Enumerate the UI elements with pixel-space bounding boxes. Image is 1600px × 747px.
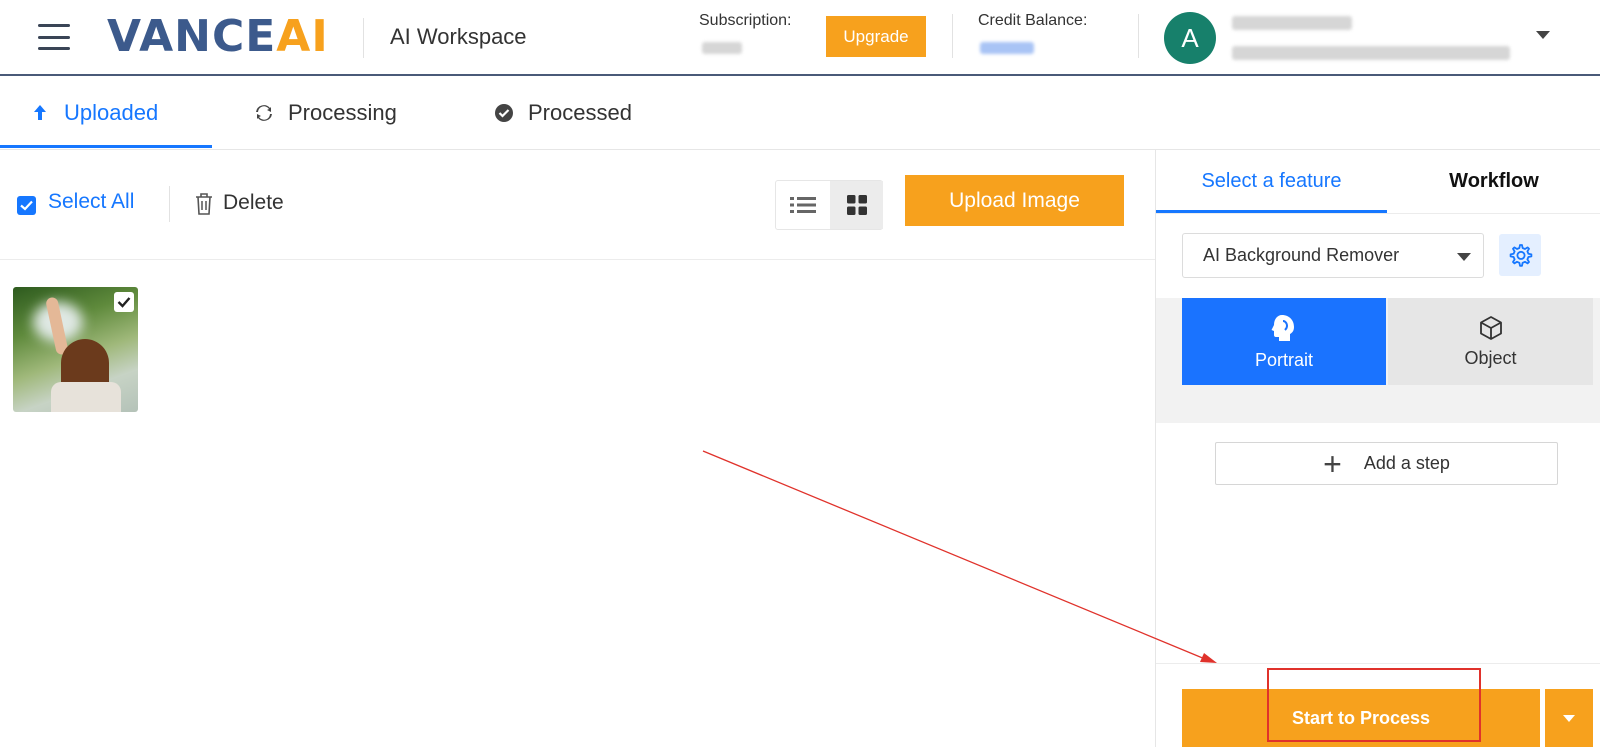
image-toolbar: Select All Delete Upload Image xyxy=(0,152,1155,260)
tab-workflow[interactable]: Workflow xyxy=(1387,150,1600,213)
tab-label: Uploaded xyxy=(64,100,159,125)
uploaded-image-thumbnail[interactable] xyxy=(13,287,138,412)
gear-icon xyxy=(1509,244,1533,267)
user-name-redacted xyxy=(1232,16,1352,30)
feature-settings-button[interactable] xyxy=(1499,234,1541,276)
menu-icon[interactable] xyxy=(38,24,70,50)
chevron-down-icon xyxy=(1457,253,1471,261)
account-dropdown-icon[interactable] xyxy=(1536,31,1550,39)
user-avatar[interactable]: A xyxy=(1164,12,1216,64)
header-divider xyxy=(363,18,364,58)
checkmark-icon xyxy=(20,200,33,211)
panel-footer-divider xyxy=(1156,663,1600,664)
cube-icon xyxy=(1479,316,1502,340)
object-label: Object xyxy=(1464,348,1517,368)
portrait-mode-button[interactable]: Portrait xyxy=(1182,298,1386,385)
tab-processed[interactable]: Processed xyxy=(494,78,632,148)
object-mode-button[interactable]: Object xyxy=(1388,298,1593,385)
view-mode-toggle xyxy=(775,180,883,230)
header-divider xyxy=(952,14,953,58)
credit-balance-label: Credit Balance: xyxy=(978,12,1088,29)
grid-view-button[interactable] xyxy=(830,181,883,229)
panel-tab-border xyxy=(1156,213,1600,214)
portrait-label: Portrait xyxy=(1254,350,1314,370)
upload-arrow-icon xyxy=(34,105,46,120)
workspace-page: VANCEAI AI Workspace Subscription: Upgra… xyxy=(0,0,1600,747)
start-to-process-button[interactable]: Start to Process xyxy=(1182,689,1540,747)
refresh-icon xyxy=(256,105,272,121)
vanceai-logo[interactable]: VANCEAI xyxy=(107,14,329,60)
subscription-value-redacted xyxy=(702,42,742,54)
add-step-label: Add a step xyxy=(1363,453,1450,473)
delete-button[interactable]: Delete xyxy=(223,191,284,215)
active-tab-indicator xyxy=(0,145,212,148)
tab-uploaded[interactable]: Uploaded xyxy=(30,78,158,148)
feature-select-value: AI Background Remover xyxy=(1203,245,1400,265)
plus-icon: + xyxy=(1323,445,1342,482)
feature-select[interactable]: AI Background Remover xyxy=(1182,233,1484,278)
trash-icon[interactable] xyxy=(194,192,214,216)
tab-select-feature[interactable]: Select a feature xyxy=(1156,150,1387,213)
checkmark-icon xyxy=(117,297,131,308)
list-view-button[interactable] xyxy=(776,181,829,229)
feature-panel: Select a feature Workflow AI Background … xyxy=(1155,150,1600,747)
list-icon xyxy=(789,197,816,213)
upgrade-button[interactable]: Upgrade xyxy=(826,16,926,57)
caret-down-icon xyxy=(1563,715,1575,722)
logo-text-vance: VANCE xyxy=(107,11,277,62)
mode-selector: Portrait Object xyxy=(1156,298,1600,423)
top-header: VANCEAI AI Workspace Subscription: Upgra… xyxy=(0,0,1600,76)
select-all-label[interactable]: Select All xyxy=(48,190,134,214)
logo-text-ai: AI xyxy=(276,11,329,62)
tab-label: Processed xyxy=(528,100,632,125)
header-divider xyxy=(1138,14,1139,58)
portrait-head-icon xyxy=(1271,315,1294,341)
thumbnail-checkbox[interactable] xyxy=(114,292,134,312)
check-circle-icon xyxy=(495,104,513,122)
user-email-redacted xyxy=(1232,46,1510,60)
status-tabs: Uploaded Processing Processed xyxy=(0,78,1600,150)
tab-label: Processing xyxy=(288,100,397,125)
select-all-checkbox[interactable] xyxy=(17,196,36,215)
panel-active-tab-indicator xyxy=(1156,210,1387,213)
add-step-button[interactable]: + Add a step xyxy=(1215,442,1558,485)
subscription-label: Subscription: xyxy=(699,12,792,29)
toolbar-divider xyxy=(169,186,170,222)
grid-icon xyxy=(846,195,867,215)
photo-shirt-detail xyxy=(51,382,121,412)
tab-processing[interactable]: Processing xyxy=(254,78,397,148)
start-options-dropdown[interactable] xyxy=(1545,689,1593,747)
credit-value-redacted xyxy=(980,42,1034,54)
upload-image-button[interactable]: Upload Image xyxy=(905,175,1124,226)
workspace-title: AI Workspace xyxy=(390,24,527,49)
